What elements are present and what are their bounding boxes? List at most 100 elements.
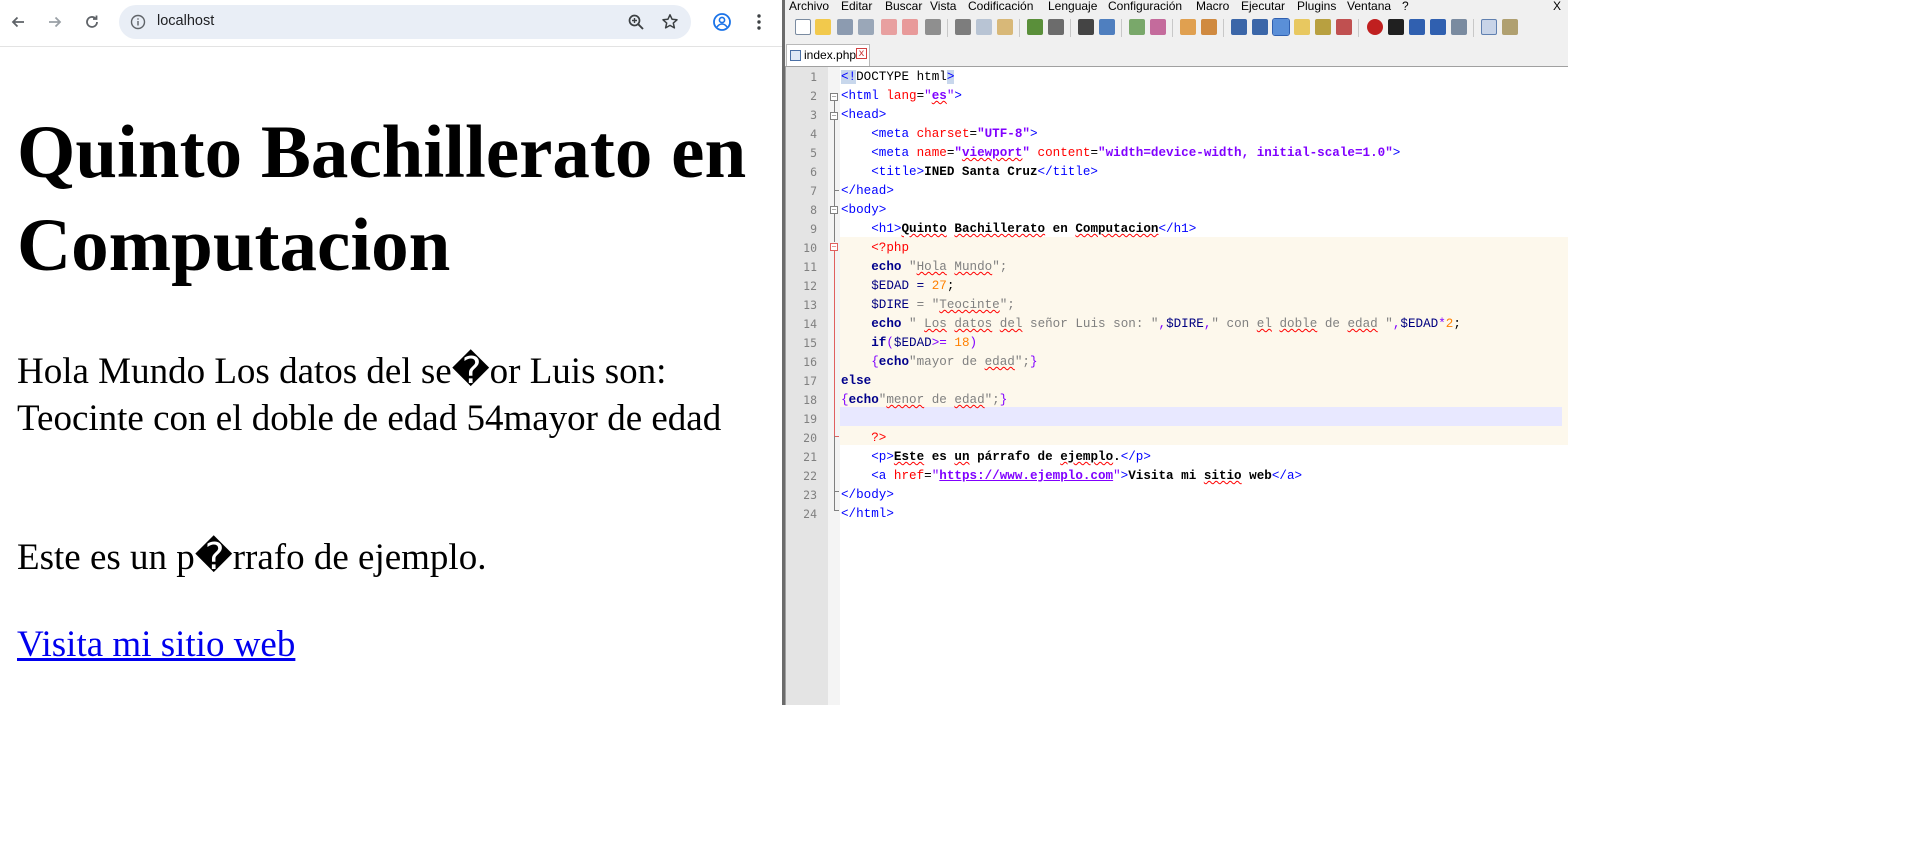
line-number: 3 — [810, 108, 817, 122]
forward-icon[interactable] — [41, 8, 69, 36]
sync-horizontal-icon[interactable] — [1201, 19, 1217, 35]
code-line-3: <head> — [841, 108, 887, 122]
line-number: 16 — [803, 355, 817, 369]
replace-icon[interactable] — [1099, 19, 1115, 35]
close-document-button[interactable]: X — [1553, 0, 1561, 13]
kebab-menu-icon[interactable] — [745, 8, 773, 36]
save-icon[interactable] — [837, 19, 853, 35]
line-number: 24 — [803, 507, 817, 521]
menu-plugins[interactable]: Plugins — [1297, 0, 1336, 13]
tab-index-php[interactable]: index.php x — [786, 44, 870, 66]
code-line-20: ?> — [871, 431, 887, 445]
code-line-8: <body> — [841, 203, 887, 217]
find-icon[interactable] — [1078, 19, 1094, 35]
code-line-18: {echo"menor de edad";} — [841, 393, 1008, 407]
menu-configuracion[interactable]: Configuración — [1108, 0, 1182, 13]
back-icon[interactable] — [4, 8, 32, 36]
url-text[interactable]: localhost — [157, 13, 214, 29]
line-number: 20 — [803, 431, 817, 445]
sync-vertical-icon[interactable] — [1180, 19, 1196, 35]
line-number: 7 — [810, 184, 817, 198]
indent-guide-icon[interactable] — [1272, 18, 1290, 36]
reload-icon[interactable] — [78, 8, 106, 36]
macro-play-icon[interactable] — [1409, 19, 1425, 35]
menu-buscar[interactable]: Buscar — [885, 0, 922, 13]
macro-run-multiple-icon[interactable] — [1430, 19, 1446, 35]
address-bar[interactable]: localhost — [119, 5, 691, 39]
line-number: 5 — [810, 146, 817, 160]
plugin-icon[interactable] — [1502, 19, 1518, 35]
menu-ejecutar[interactable]: Ejecutar — [1241, 0, 1285, 13]
fold-toggle-icon[interactable]: − — [830, 243, 838, 251]
word-wrap-icon[interactable] — [1231, 19, 1247, 35]
show-all-chars-icon[interactable] — [1252, 19, 1268, 35]
line-number: 2 — [810, 89, 817, 103]
menu-lenguaje[interactable]: Lenguaje — [1048, 0, 1097, 13]
page-paragraph: Este es un p�rrafo de ejemplo. — [17, 537, 487, 578]
code-line-11: echo "Hola Mundo"; — [871, 260, 1008, 274]
menu-macro[interactable]: Macro — [1196, 0, 1229, 13]
doc-map-icon[interactable] — [1315, 19, 1331, 35]
macro-save-icon[interactable] — [1451, 19, 1467, 35]
code-line-23: </body> — [841, 488, 894, 502]
redo-icon[interactable] — [1048, 19, 1064, 35]
menu-bar: Archivo Editar Buscar Vista Codificación… — [785, 0, 1568, 14]
macro-record-icon[interactable] — [1367, 19, 1383, 35]
fold-toggle-icon[interactable]: − — [830, 206, 838, 214]
menu-ventana[interactable]: Ventana — [1347, 0, 1391, 13]
code-line-21: <p>Este es un párrafo de ejemplo.</p> — [871, 450, 1151, 464]
fold-toggle-icon[interactable]: − — [830, 112, 838, 120]
site-info-icon[interactable] — [127, 11, 149, 33]
menu-codificacion[interactable]: Codificación — [968, 0, 1033, 13]
page-link[interactable]: Visita mi sitio web — [17, 621, 295, 668]
fold-toggle-icon[interactable]: − — [830, 93, 838, 101]
file-icon — [790, 50, 801, 61]
browser-toolbar: localhost — [0, 0, 782, 47]
editor-toolbar — [785, 15, 1568, 41]
code-line-4: <meta charset="UTF-8"> — [871, 127, 1038, 141]
php-output-text: Hola Mundo Los datos del se�or Luis son:… — [17, 351, 722, 439]
code-line-6: <title>INED Santa Cruz</title> — [871, 165, 1098, 179]
save-all-icon[interactable] — [858, 19, 874, 35]
profile-icon[interactable] — [708, 8, 736, 36]
zoom-icon[interactable] — [625, 11, 647, 33]
lang-define-icon[interactable] — [1294, 19, 1310, 35]
cut-icon[interactable] — [955, 19, 971, 35]
line-number: 12 — [803, 279, 817, 293]
zoom-out-icon[interactable] — [1150, 19, 1166, 35]
line-number: 15 — [803, 336, 817, 350]
line-number: 14 — [803, 317, 817, 331]
tab-close-icon[interactable]: x — [856, 48, 867, 59]
macro-stop-icon[interactable] — [1388, 19, 1404, 35]
zoom-in-icon[interactable] — [1129, 19, 1145, 35]
line-number: 17 — [803, 374, 817, 388]
code-line-24: </html> — [841, 507, 894, 521]
code-line-22: <a href="https://www.ejemplo.com">Visita… — [871, 469, 1303, 483]
function-list-icon[interactable] — [1336, 19, 1352, 35]
menu-help[interactable]: ? — [1402, 0, 1409, 13]
paste-icon[interactable] — [997, 19, 1013, 35]
print-icon[interactable] — [925, 19, 941, 35]
close-all-icon[interactable] — [902, 19, 918, 35]
copy-icon[interactable] — [976, 19, 992, 35]
code-line-9: <h1>Quinto Bachillerato en Computacion</… — [871, 222, 1197, 236]
bookmark-star-icon[interactable] — [659, 11, 681, 33]
line-number: 8 — [810, 203, 817, 217]
menu-archivo[interactable]: Archivo — [789, 0, 829, 13]
menu-vista[interactable]: Vista — [930, 0, 956, 13]
line-number: 21 — [803, 450, 817, 464]
menu-editar[interactable]: Editar — [841, 0, 872, 13]
tab-bar: index.php x — [785, 41, 1568, 66]
code-line-12: $EDAD = 27; — [871, 279, 955, 293]
spellcheck-icon[interactable] — [1481, 19, 1497, 35]
code-line-15: if($EDAD>= 18) — [871, 336, 978, 350]
line-number: 6 — [810, 165, 817, 179]
undo-icon[interactable] — [1027, 19, 1043, 35]
new-file-icon[interactable] — [795, 19, 811, 35]
close-file-icon[interactable] — [881, 19, 897, 35]
code-line-7: </head> — [841, 184, 894, 198]
open-file-icon[interactable] — [815, 19, 831, 35]
line-number: 9 — [810, 222, 817, 236]
code-line-1: <!DOCTYPE html> — [841, 70, 955, 84]
code-line-16: {echo"mayor de edad";} — [871, 355, 1038, 369]
